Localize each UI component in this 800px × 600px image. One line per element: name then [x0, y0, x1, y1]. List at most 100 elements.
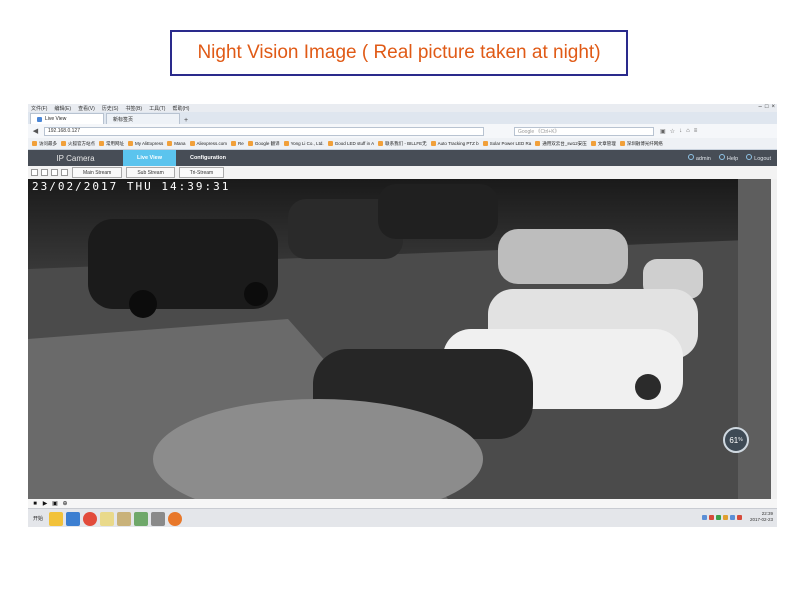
- help-icon: [718, 154, 725, 160]
- menu-view[interactable]: 查看(V): [78, 105, 95, 112]
- bookmark-item[interactable]: 文章管理: [590, 140, 616, 147]
- archive-icon[interactable]: [117, 511, 132, 526]
- bookmark-item[interactable]: Google 翻译: [247, 140, 280, 147]
- tray-icon[interactable]: [715, 514, 721, 520]
- tray-icon[interactable]: [729, 514, 735, 520]
- menu-edit[interactable]: 编辑(E): [54, 105, 71, 112]
- sub-stream-button[interactable]: Sub Stream: [126, 167, 175, 178]
- bookmark-item[interactable]: My AliExpress: [128, 141, 163, 146]
- bookmark-item[interactable]: 常用网址: [99, 141, 124, 147]
- tray-icon[interactable]: [722, 514, 728, 520]
- start-button[interactable]: 开始: [30, 515, 46, 522]
- folder-icon[interactable]: [49, 511, 64, 526]
- system-tray: 22:39 2017-02-23: [701, 511, 773, 523]
- layout-3-icon[interactable]: [51, 169, 58, 176]
- bookmark-item[interactable]: 通用双云台_sw12安压: [535, 141, 587, 147]
- layout-1-icon[interactable]: [31, 169, 38, 176]
- dark-car-back: [378, 184, 498, 239]
- notes-icon[interactable]: [100, 511, 115, 526]
- firefox-icon[interactable]: [168, 511, 183, 526]
- camera-user-menu: admin Help Logout: [687, 150, 771, 166]
- bookmark-item[interactable]: Yong Li Co., Ltd.: [283, 141, 324, 146]
- close-icon[interactable]: ×: [771, 104, 775, 110]
- search-input[interactable]: Google 《Ctrl+K》: [514, 126, 654, 136]
- image-icon[interactable]: [134, 511, 149, 526]
- bookmark-item[interactable]: Good LED stuff in A: [327, 141, 374, 146]
- bookmark-label: Google 翻译: [254, 140, 280, 146]
- bookmark-item[interactable]: Auto Tracking PTZ b: [430, 141, 479, 146]
- bookmark-item[interactable]: Solar Power LED Ra: [482, 141, 531, 146]
- app-icon[interactable]: [66, 511, 81, 526]
- back-icon[interactable]: ◀: [31, 127, 40, 136]
- tray-icon[interactable]: [708, 514, 714, 520]
- building-wall: [738, 179, 771, 499]
- tab-live-view-camera[interactable]: Live View: [123, 150, 176, 166]
- menu-history[interactable]: 历史(S): [102, 105, 119, 112]
- browser-menubar: 文件(F) 编辑(E) 查看(V) 历史(S) 书签(B) 工具(T) 帮助(H…: [28, 104, 777, 112]
- bookmark-label: 深圳融博光纤网络: [626, 140, 663, 146]
- white-car-back: [498, 229, 628, 284]
- screenshot-icon[interactable]: ▣: [660, 128, 666, 135]
- address-bar: ◀ 192.168.0.127 Google 《Ctrl+K》 ▣ ☆ ↓ ⌂ …: [28, 124, 777, 138]
- new-tab-button[interactable]: +: [184, 117, 188, 124]
- bookmark-item[interactable]: Mana: [167, 141, 186, 146]
- logout-label: Logout: [754, 156, 771, 162]
- main-stream-button[interactable]: Main Stream: [72, 167, 123, 178]
- tab-configuration[interactable]: Configuration: [176, 150, 240, 166]
- menu-tools[interactable]: 工具(T): [149, 105, 165, 112]
- tray-icon[interactable]: [736, 514, 742, 520]
- tray-icon[interactable]: [701, 514, 707, 520]
- minimize-icon[interactable]: –: [759, 104, 762, 110]
- stop-icon[interactable]: ■: [32, 501, 38, 507]
- bookmark-item[interactable]: Re: [231, 141, 244, 146]
- layout-4-icon[interactable]: [61, 169, 68, 176]
- snapshot-icon[interactable]: ▣: [52, 501, 58, 507]
- clock[interactable]: 22:39 2017-02-23: [750, 511, 773, 523]
- tab-live-view[interactable]: Live View: [30, 113, 104, 124]
- browser-tools: ▣ ☆ ↓ ⌂ ≡: [660, 128, 697, 135]
- bookmark-icon: [619, 141, 625, 146]
- search-icon[interactable]: [151, 511, 166, 526]
- bookmark-item[interactable]: Aliexpress.com: [189, 141, 227, 146]
- bookmark-item[interactable]: 联系我们 - BILLFE无: [378, 141, 427, 147]
- camera-title: IP Camera: [56, 153, 95, 163]
- menu-file[interactable]: 文件(F): [31, 105, 47, 112]
- url-input[interactable]: 192.168.0.127: [44, 126, 484, 136]
- bookmark-item[interactable]: 访问最多: [32, 141, 57, 147]
- home-icon[interactable]: ⌂: [686, 128, 690, 135]
- wheel: [635, 374, 661, 400]
- zoom-icon[interactable]: ⊕: [62, 501, 68, 507]
- menu-icon[interactable]: ≡: [694, 128, 698, 135]
- maximize-icon[interactable]: □: [765, 104, 769, 110]
- menu-help[interactable]: 帮助(H): [172, 105, 189, 112]
- logout-link[interactable]: Logout: [746, 154, 771, 162]
- chrome-icon[interactable]: [83, 511, 98, 526]
- bookmark-item[interactable]: 火狐官方站点: [61, 141, 95, 147]
- bookmark-label: 火狐官方站点: [68, 140, 95, 146]
- bookmark-item[interactable]: 深圳融博光纤网络: [619, 140, 663, 147]
- bookmark-icon: [482, 141, 488, 146]
- tab-new[interactable]: 新标签页: [106, 113, 180, 124]
- bookmarks-bar: 访问最多 火狐官方站点 常用网址 My AliExpress Mana Alie…: [28, 138, 777, 150]
- tab-label: 新标签页: [113, 116, 134, 123]
- user-icon: [687, 154, 694, 160]
- download-icon[interactable]: ↓: [679, 128, 682, 135]
- bookmark-star-icon[interactable]: ☆: [670, 128, 675, 135]
- tri-stream-button[interactable]: Tri-Stream: [178, 167, 225, 178]
- play-icon[interactable]: ▶: [42, 501, 48, 507]
- bookmark-label: 文章管理: [597, 140, 616, 146]
- layout-2-icon[interactable]: [41, 169, 48, 176]
- user-link[interactable]: admin: [687, 154, 711, 162]
- bookmark-label: My AliExpress: [135, 141, 164, 146]
- camera-header: IP Camera Live View Configuration admin …: [28, 150, 777, 166]
- bookmark-label: 联系我们 - BILLFE无: [385, 140, 427, 146]
- bookmark-label: 常用网址: [106, 140, 124, 146]
- zoom-overlay[interactable]: 61%: [723, 427, 749, 453]
- live-video[interactable]: 23/02/2017 THU 14:39:31 61%: [28, 179, 771, 499]
- menu-bookmarks[interactable]: 书签(B): [125, 105, 142, 112]
- zoom-overlay-unit: %: [738, 437, 743, 443]
- help-link[interactable]: Help: [718, 154, 738, 162]
- bookmark-label: Yong Li Co., Ltd.: [290, 141, 324, 146]
- bookmark-icon: [247, 141, 253, 146]
- bookmark-icon: [535, 141, 541, 146]
